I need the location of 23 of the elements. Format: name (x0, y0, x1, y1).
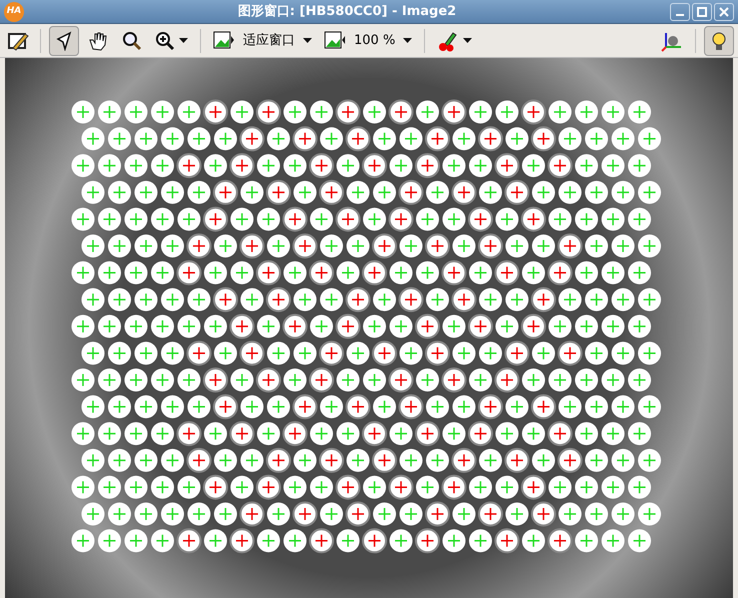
minimize-button[interactable] (670, 2, 690, 20)
hand-icon (88, 30, 108, 50)
window-title: 图形窗口: [HB580CC0] - Image2 (236, 2, 458, 21)
zoom-in-icon (155, 30, 175, 50)
caret-icon (179, 38, 188, 43)
fit-window-button[interactable]: 适应窗口 (209, 26, 316, 56)
app-logo: HA (4, 2, 24, 22)
picture-icon (324, 30, 346, 52)
arrow-pointer-icon (55, 30, 73, 50)
caret-icon (403, 38, 412, 43)
close-icon (719, 6, 729, 16)
minimize-icon (676, 14, 684, 16)
picture-icon (213, 30, 235, 52)
caret-icon (463, 38, 472, 43)
magnifier-icon (122, 30, 142, 50)
paint-pencil-icon (437, 30, 460, 52)
zoom-level-button[interactable]: 100 % (320, 26, 416, 56)
maximize-button[interactable] (692, 2, 712, 20)
maximize-icon (697, 6, 707, 16)
close-button[interactable] (714, 2, 734, 20)
light-toggle-button[interactable] (704, 26, 734, 56)
caret-icon (303, 38, 312, 43)
pointer-tool-button[interactable] (49, 26, 79, 56)
